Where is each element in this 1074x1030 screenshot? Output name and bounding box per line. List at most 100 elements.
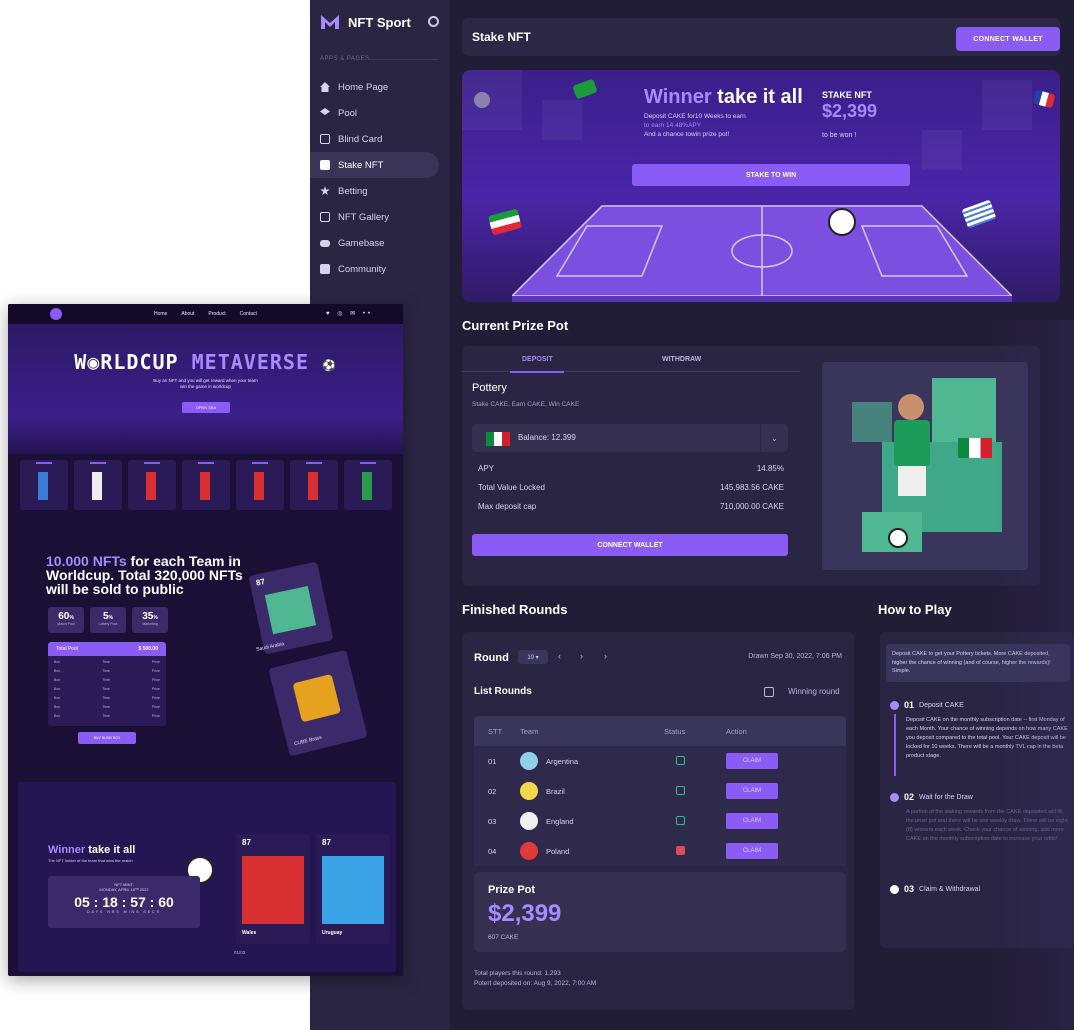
site-title: W◉RLDCUP METAVERSE ⚽ [74,350,337,374]
nft-card-saudi-arabia[interactable]: 87 [248,561,334,655]
winner-title: Winner take it all [48,844,136,856]
sidebar-item-label: Home Page [338,81,389,93]
pagination[interactable]: 01/03 [234,950,245,955]
stat-row: Max deposit cap 710,000.00 CAKE [478,502,784,511]
check-icon [890,700,899,710]
nav-link-contact[interactable]: Contact [240,311,257,317]
sidebar-item-label: Blind Card [338,133,383,145]
nft-card[interactable] [74,460,122,510]
prize-pot-box: Prize Pot $2,399 607 CAKE [474,872,846,952]
sidebar-item-label: Gamebase [338,237,385,249]
round-label: Round [474,652,509,664]
sidebar-item-blind-card[interactable]: Blind Card [310,126,450,152]
sidebar-toggle[interactable] [428,16,439,27]
finished-rounds-heading: Finished Rounds [462,602,568,617]
site-logo-icon[interactable] [50,308,62,320]
prize-pot-cake: 607 CAKE [488,934,519,941]
chevron-down-icon[interactable]: ⌄ [760,424,788,452]
balance-select[interactable]: Balance: 12.399 ⌄ [472,424,788,452]
nav-link-home[interactable]: Home [154,311,167,317]
sidebar-item-label: Stake NFT [338,159,384,171]
nft-card[interactable] [236,460,284,510]
logo-icon [321,15,339,29]
claim-button[interactable]: CLAIM [726,843,778,859]
sidebar-item-stake-nft[interactable]: Stake NFT [310,152,439,178]
hero-description: Deposit CAKE for10 Weeks to earn to earn… [644,113,746,138]
sidebar-item-nft-gallery[interactable]: NFT Gallery [310,204,450,230]
table-row: 01 Argentina CLAIM [474,746,846,776]
table-header: STT Team Status Action [474,716,846,746]
chevron-right-icon[interactable]: › [580,651,583,661]
hero-title: Winner take it all [644,86,803,108]
nft-card[interactable] [182,460,230,510]
claim-button[interactable]: CLAIM [726,783,778,799]
site-hero: W◉RLDCUP METAVERSE ⚽ Buy an NFT and you … [8,324,403,454]
table-row: 04 Poland CLAIM [474,836,846,866]
prize-pot-title: Prize Pot [488,884,536,896]
flag-brazil-icon [572,78,598,100]
nft-card[interactable] [20,460,68,510]
step-1: 01 Deposit CAKE [890,700,964,710]
card-icon [320,134,330,144]
sidebar-item-betting[interactable]: Betting [310,178,450,204]
divider [362,59,438,60]
sidebar-item-label: Betting [338,185,368,197]
total-pool-table: Total Pool $ 500.00 Box Time Price Box Time P… [48,642,166,726]
balance-value: Balance: 12.399 [518,433,576,442]
chevron-left-icon[interactable]: ‹ [558,651,561,661]
table-row: 03 England CLAIM [474,806,846,836]
gamepad-icon [320,239,330,247]
deposited-on-text: Potert deposited on: Aug 9, 2022, 7:00 A… [474,980,597,987]
stat-match-pool: 60% Match Pool [48,607,84,633]
connect-wallet-button[interactable]: CONNECT WALLET [472,534,788,556]
flag-mexico-icon [486,432,510,446]
pottery-title: Pottery [472,382,507,394]
team-card-wales[interactable]: 87 Wales [236,834,310,944]
social-icons[interactable]: ♥ ◎ ✉ •• [326,310,373,317]
nft-card[interactable] [128,460,176,510]
team-avatar [520,812,538,830]
nav-link-about[interactable]: About [181,311,194,317]
tab-withdraw[interactable]: WITHDRAW [662,356,701,363]
sidebar-item-home-page[interactable]: Home Page [310,74,450,100]
tab-deposit[interactable]: DEPOSIT [522,356,553,363]
how-to-play-heading: How to Play [878,602,952,617]
site-navbar: Home About Product Contact ♥ ◎ ✉ •• [8,304,403,324]
sidebar-item-community[interactable]: Community [310,256,450,282]
nft-card[interactable] [290,460,338,510]
nft-card[interactable] [344,460,392,510]
buy-blind-box-button[interactable]: BUY BLIND BOX [78,732,136,744]
open-sea-button[interactable]: OPEN SEA [182,402,230,413]
team-card-uruguay[interactable]: 87 Uruguay [316,834,390,944]
claim-button[interactable]: CLAIM [726,813,778,829]
winning-round-checkbox[interactable] [764,687,774,697]
unlock-icon [676,756,685,765]
connect-wallet-button[interactable]: CONNECT WALLET [956,27,1060,51]
chat-icon [320,264,330,274]
stake-hero-banner: Winner take it all Deposit CAKE for10 We… [462,70,1060,302]
sidebar-item-label: NFT Gallery [338,211,390,223]
stat-marketing: 35% Marketing [132,607,168,633]
chevron-last-icon[interactable]: › [604,651,607,661]
list-rounds-title: List Rounds [474,686,532,697]
pottery-subtitle: Stake CAKE, Earn CAKE, Win CAKE [472,401,580,408]
home-icon [320,82,330,92]
nft-card-strip [8,460,403,516]
sidebar-item-pool[interactable]: Pool [310,100,450,126]
header-bar: Stake NFT CONNECT WALLET [462,18,1060,56]
sidebar-item-label: Pool [338,107,358,119]
page-title: Stake NFT [472,30,531,44]
stake-label: STAKE NFT [822,90,872,100]
gallery-icon [320,212,330,222]
claim-button[interactable]: CLAIM [726,753,778,769]
round-select[interactable]: 10 ▾ [518,650,548,664]
stake-to-win-button[interactable]: STAKE TO WIN [632,164,910,186]
site-nav-links: Home About Product Contact [154,311,257,317]
nav-link-product[interactable]: Product [208,311,225,317]
sidebar-item-gamebase[interactable]: Gamebase [310,230,450,256]
winner-subtitle: The NFT holder of the team that wins the… [48,858,133,863]
brand[interactable]: NFT Sport [320,14,411,30]
step-2: 02 Wait for the Draw [890,792,973,802]
nft-promo-text: 10.000 NFTs for each Team in Worldcup. T… [46,553,243,597]
mint-countdown: NFT MINT: MONDAY, APRIL 18ᵀᴴ 2022 05 : 18… [48,876,200,928]
